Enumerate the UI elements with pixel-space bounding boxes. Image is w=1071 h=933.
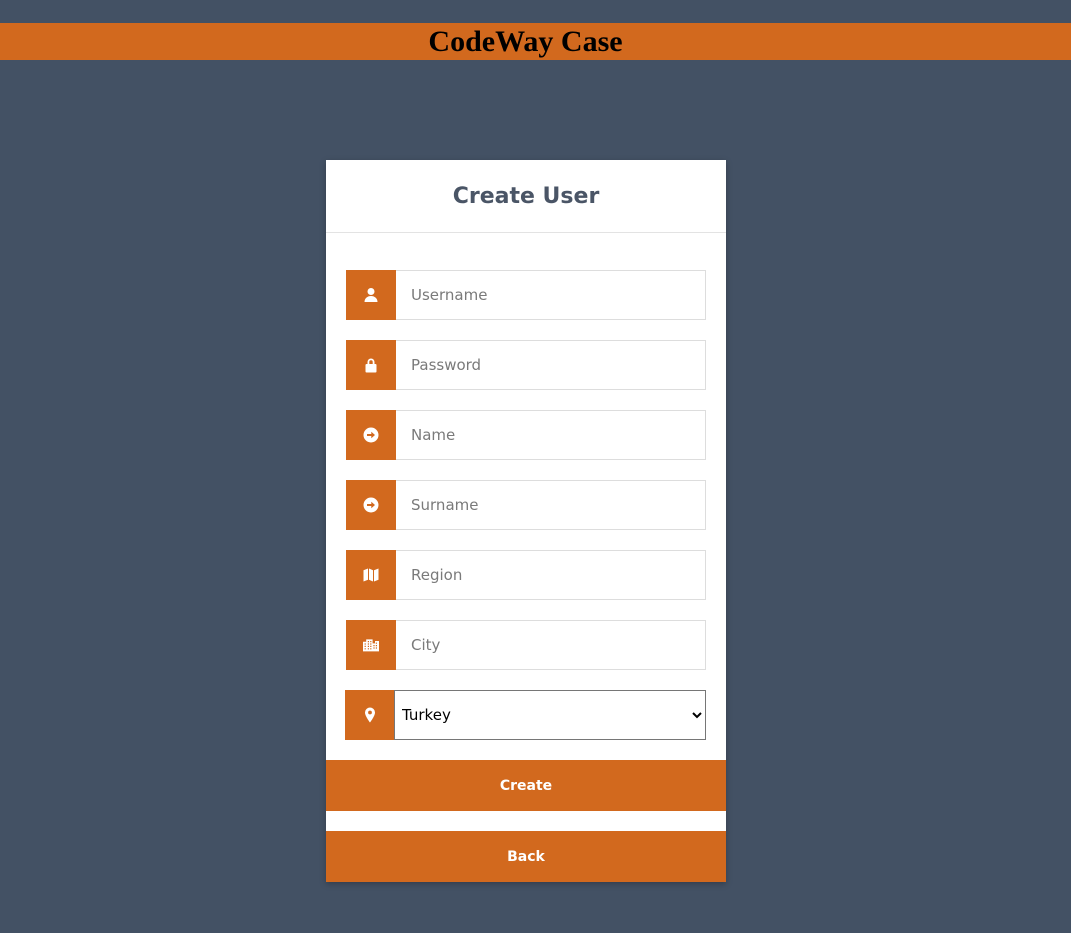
user-icon bbox=[346, 270, 396, 320]
arrow-circle-right-icon bbox=[346, 410, 396, 460]
map-marker-icon bbox=[345, 690, 394, 740]
region-field-group bbox=[346, 550, 706, 600]
city-input[interactable] bbox=[396, 620, 706, 670]
country-select[interactable]: Turkey bbox=[394, 690, 706, 740]
password-input[interactable] bbox=[396, 340, 706, 390]
app-header: CodeWay Case bbox=[0, 23, 1071, 60]
region-input[interactable] bbox=[396, 550, 706, 600]
app-title: CodeWay Case bbox=[428, 25, 623, 58]
name-input[interactable] bbox=[396, 410, 706, 460]
name-field-group bbox=[346, 410, 706, 460]
surname-field-group bbox=[346, 480, 706, 530]
surname-input[interactable] bbox=[396, 480, 706, 530]
create-user-card: Create User Username Name Surname Region… bbox=[326, 160, 726, 882]
lock-icon bbox=[346, 340, 396, 390]
create-button[interactable]: Create bbox=[326, 760, 726, 811]
city-icon bbox=[346, 620, 396, 670]
arrow-circle-right-icon bbox=[346, 480, 396, 530]
card-header: Create User bbox=[326, 160, 726, 233]
form-title: Create User bbox=[452, 183, 600, 209]
city-field-group bbox=[346, 620, 706, 670]
back-button[interactable]: Back bbox=[326, 831, 726, 882]
country-field-group: Turkey bbox=[345, 690, 706, 740]
username-input[interactable] bbox=[396, 270, 706, 320]
map-icon bbox=[346, 550, 396, 600]
username-field-group bbox=[346, 270, 706, 320]
form-fields: Turkey bbox=[345, 270, 706, 760]
password-field-group bbox=[346, 340, 706, 390]
